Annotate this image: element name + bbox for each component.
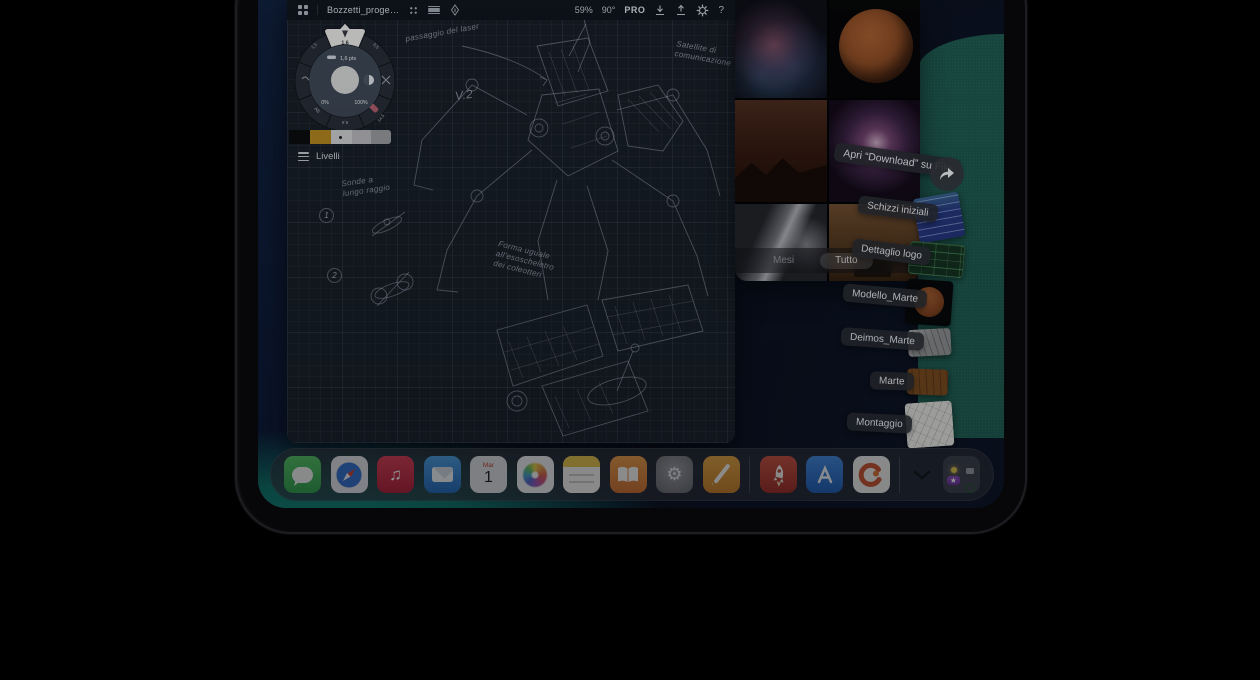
brush-size-label: 1,6 pts [340, 56, 356, 62]
dock-app-appstore[interactable] [806, 456, 843, 493]
chevron-down-icon [913, 470, 931, 480]
dock-app-notes[interactable] [563, 456, 600, 493]
drag-label[interactable]: Marte [870, 371, 914, 391]
dock-app-concepts[interactable] [853, 456, 890, 493]
pen-nib-icon[interactable] [449, 4, 461, 16]
dock-app-settings[interactable]: ⚙ [656, 456, 693, 493]
document-title[interactable]: Bozzetti_proge… [327, 5, 399, 15]
swatch-black[interactable] [289, 130, 310, 144]
star-app-icon: ★ [947, 476, 961, 485]
tool-wheel[interactable]: 1,6 1,3 5,5 14,5 8,9 Ab 1,6 pts 0% [290, 24, 400, 140]
photo-mars-landscape[interactable] [735, 100, 827, 202]
dock-app-sketch[interactable] [703, 456, 740, 493]
drag-label[interactable]: Montaggio [847, 412, 913, 433]
photos-flower-icon [523, 463, 547, 487]
current-color-swatch[interactable] [331, 66, 359, 94]
rocket-icon [767, 463, 789, 487]
dock-divider [899, 457, 900, 493]
appstore-a-icon [812, 462, 838, 488]
brush-preview [327, 56, 336, 60]
safari-compass-icon [335, 461, 363, 489]
selected-swatch-dot [339, 136, 342, 139]
share-forward-button[interactable] [930, 157, 964, 191]
swatch-lightgray[interactable] [331, 130, 352, 144]
mountain-silhouette [735, 146, 827, 202]
dock-recent-apps-group[interactable]: ★ [943, 456, 980, 493]
brush-size-bottom: 8,9 [341, 120, 348, 125]
swatch-darkgray[interactable] [371, 130, 391, 144]
ipad-screen: Bozzetti_proge… 59% 90° PRO [258, 0, 1004, 508]
calendar-day: 1 [484, 470, 493, 486]
export-icon[interactable] [675, 4, 687, 16]
opacity-min-label: 0% [321, 100, 329, 106]
photo-mars-planet[interactable] [829, 0, 921, 98]
rotation-angle[interactable]: 90° [602, 5, 616, 15]
forward-arrow-icon [938, 166, 956, 182]
dock-app-music[interactable]: ♫ [377, 456, 414, 493]
dock-app-messages[interactable] [284, 456, 321, 493]
dock-app-safari[interactable] [331, 456, 368, 493]
swatch-gray[interactable] [352, 130, 371, 144]
ipad-device: Bozzetti_proge… 59% 90° PRO [237, 0, 1025, 532]
color-palette[interactable] [289, 130, 391, 144]
swatch-gold[interactable] [310, 130, 331, 144]
import-icon[interactable] [654, 4, 666, 16]
drag-thumb-montage-sketch[interactable] [904, 400, 954, 448]
dock-app-mail[interactable] [424, 456, 461, 493]
dock-app-calendar[interactable]: Mar 1 [470, 456, 507, 493]
layers-label: Livelli [316, 151, 340, 162]
concepts-app-window: Bozzetti_proge… 59% 90° PRO [287, 0, 735, 443]
tab-months[interactable]: Mesi [773, 255, 794, 266]
annotation-marker-1: 1 [319, 208, 334, 223]
annotation-version: V.2 [454, 87, 474, 104]
help-button[interactable]: ? [718, 5, 724, 16]
envelope-icon [432, 467, 453, 482]
speech-bubble-icon [292, 467, 313, 483]
music-note-icon: ♫ [389, 465, 402, 485]
mars-globe [839, 9, 913, 83]
open-book-icon [616, 465, 640, 485]
dock-app-photos[interactable] [517, 456, 554, 493]
notes-header [563, 456, 600, 467]
annotation-marker-2: 2 [327, 268, 342, 283]
dock-divider [749, 457, 750, 493]
opacity-max-label: 100% [354, 100, 368, 106]
zoom-level[interactable]: 59% [575, 5, 593, 15]
settings-gear-icon[interactable] [696, 4, 709, 17]
concepts-toolbar: Bozzetti_proge… 59% 90° PRO [287, 0, 735, 20]
layers-icon [298, 152, 309, 161]
dock-app-rocket[interactable] [760, 456, 797, 493]
notes-lines [563, 467, 600, 493]
dock-app-books[interactable] [610, 456, 647, 493]
gear-icon: ⚙ [666, 464, 682, 485]
pen-icon [713, 463, 730, 483]
photo-nebula[interactable] [735, 0, 827, 98]
gallery-grid-icon[interactable] [298, 5, 308, 15]
snap-grid-icon[interactable] [408, 5, 419, 16]
stage: Bozzetti_proge… 59% 90° PRO [0, 0, 1260, 680]
concepts-c-icon [857, 461, 885, 489]
photos-app-window [735, 0, 920, 281]
pro-badge[interactable]: PRO [624, 5, 645, 15]
toolbar-divider [317, 5, 318, 15]
dock-collapse-chevron[interactable] [910, 456, 934, 493]
layers-button[interactable]: Livelli [298, 151, 340, 162]
stroke-style-icon[interactable] [428, 5, 440, 15]
dock: ♫ Mar 1 ⚙ [270, 448, 994, 501]
